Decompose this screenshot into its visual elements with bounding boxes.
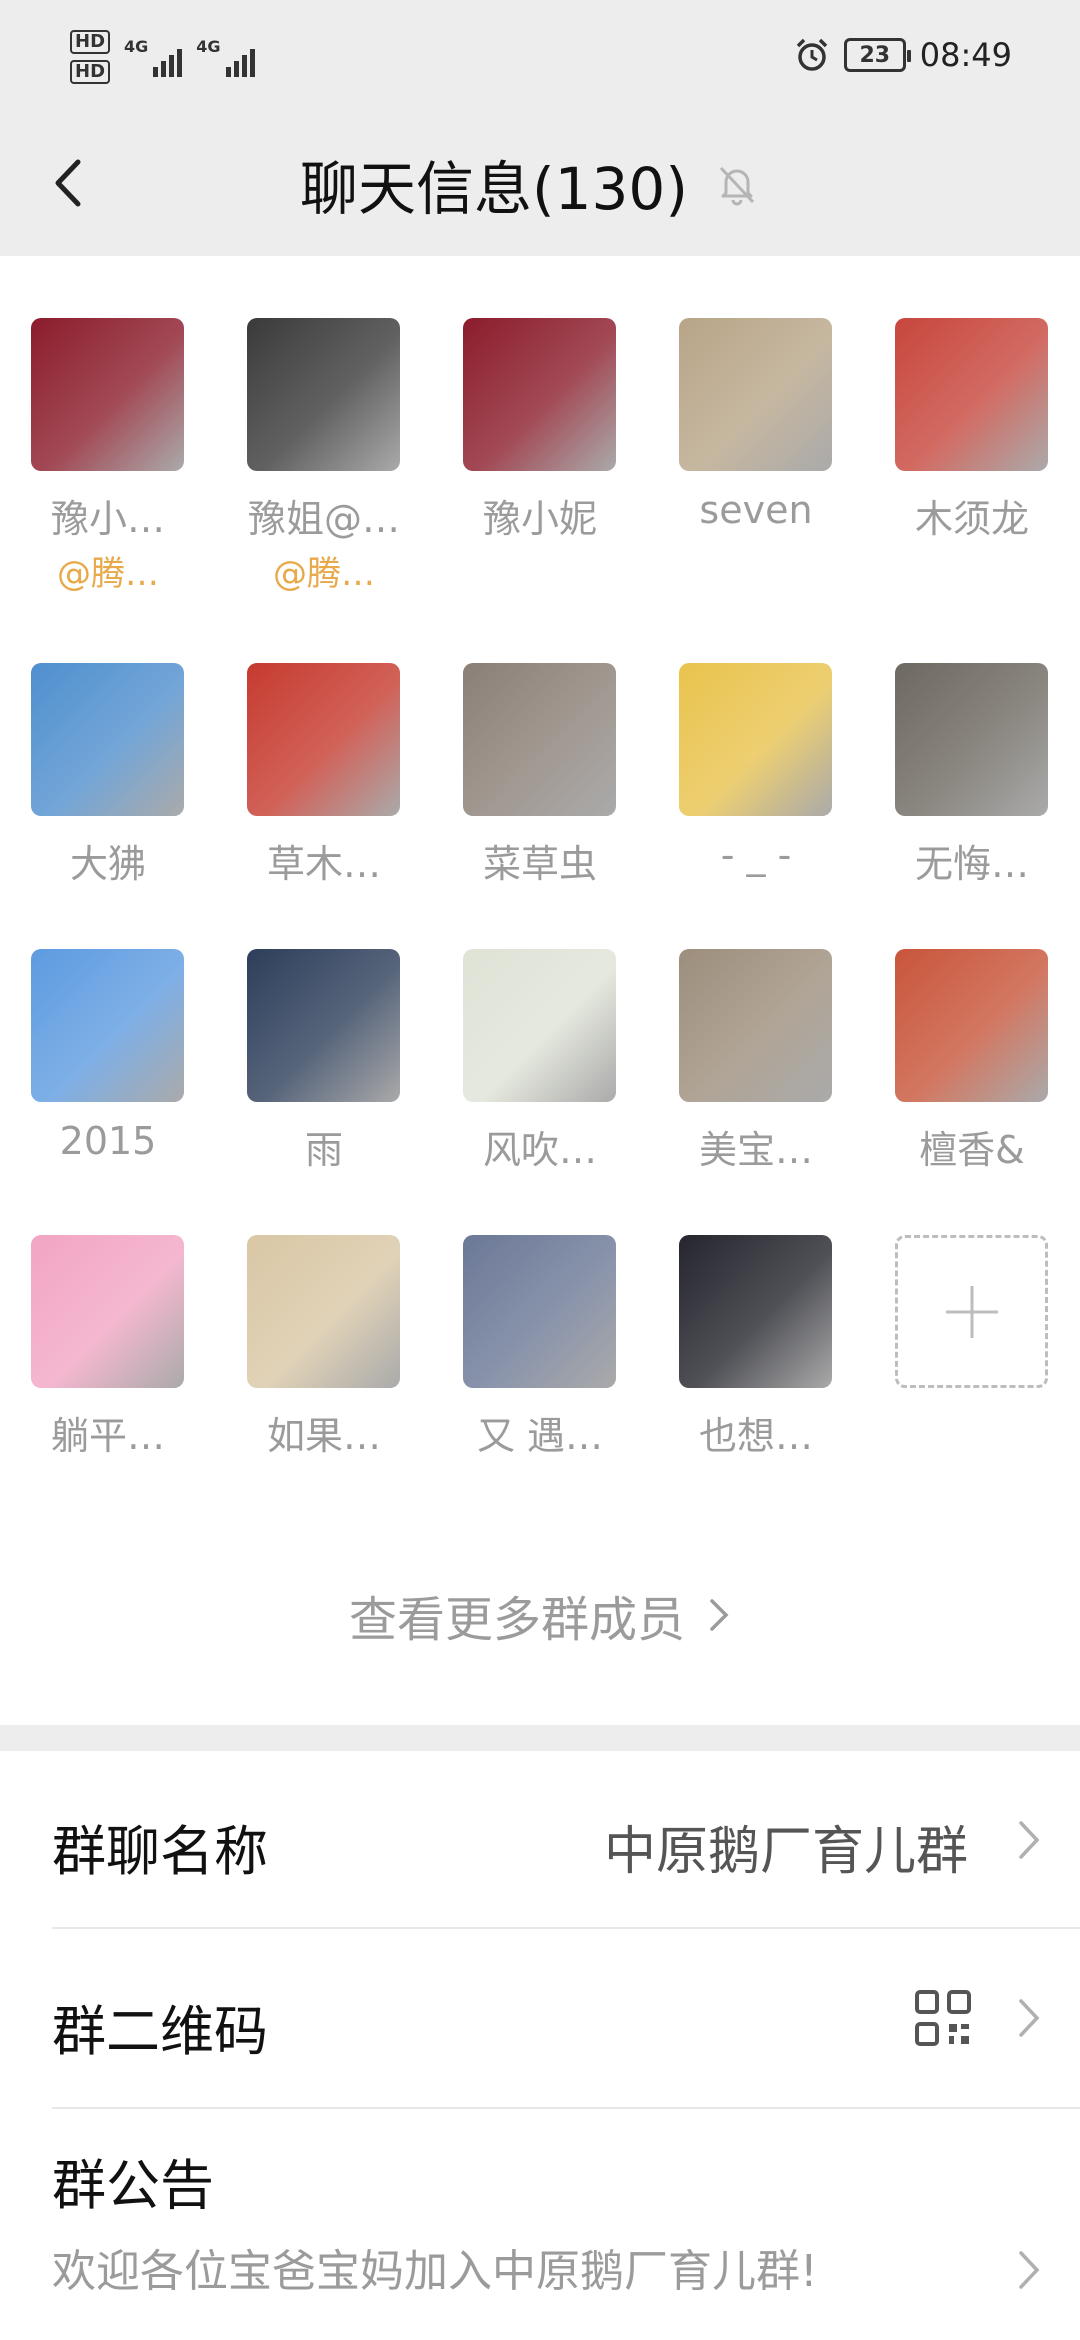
qr-code-icon [915,1990,971,2046]
group-qr-label: 群二维码 [52,2000,268,2063]
back-arrow-icon[interactable] [36,148,106,218]
signal-icon-2: 4G [196,37,255,77]
chevron-right-icon [1019,1999,1040,2037]
member-name: 菜草虫 [482,842,597,886]
network-indicators: HD HD 4G 4G [70,30,255,84]
member-avatar[interactable] [31,663,184,816]
member-name: - _ - [720,833,792,877]
member-avatar[interactable] [247,949,400,1102]
add-member-box[interactable] [895,1235,1048,1388]
member-avatar[interactable] [463,663,616,816]
member-avatar[interactable] [31,949,184,1102]
member-avatar[interactable] [247,663,400,816]
member-name: 风吹… [482,1128,597,1172]
section-divider [0,1725,1080,1751]
header: 聊天信息(130) [0,120,1080,256]
battery-level: 23 [859,42,891,68]
alarm-icon [796,38,828,71]
view-more-members-link[interactable]: 查看更多群成员 [0,1580,1080,1650]
member-avatar[interactable] [31,1235,184,1388]
status-bar: HD HD 4G 4G 23 08:49 [0,0,1080,120]
group-name-row[interactable]: 群聊名称 中原鹅厂育儿群 [0,1751,1080,1927]
member-name: seven [699,488,813,532]
hd-badge-1: HD [70,30,111,54]
member-name: 木须龙 [914,497,1029,541]
chevron-right-icon [1019,1821,1040,1859]
member-mention-tag: @腾… [57,554,159,594]
member-avatar[interactable] [679,318,832,471]
member-avatar[interactable] [679,663,832,816]
clock-time: 08:49 [919,36,1012,74]
member-avatar[interactable] [895,663,1048,816]
member-avatar[interactable] [679,949,832,1102]
hd-badge-2: HD [70,60,111,84]
chevron-right-icon [710,1599,729,1631]
member-name: 檀香& [919,1128,1025,1172]
member-avatar[interactable] [247,1235,400,1388]
plus-icon [945,1285,998,1338]
member-avatar[interactable] [247,318,400,471]
member-name: 2015 [59,1119,157,1163]
member-avatar[interactable] [463,318,616,471]
member-name: 美宝… [698,1128,813,1172]
member-avatar[interactable] [895,318,1048,471]
battery-icon: 23 [843,38,911,72]
signal-icon-1: 4G [124,37,183,77]
group-qr-row[interactable]: 群二维码 [0,1929,1080,2107]
member-mention-tag: @腾… [273,554,375,594]
member-name: 雨 [304,1128,343,1172]
group-name-value: 中原鹅厂育儿群 [603,1822,968,1882]
member-name: 也想… [698,1414,813,1458]
member-name: 豫姐@… [247,497,400,541]
member-avatar[interactable] [679,1235,832,1388]
chevron-right-icon [1019,2251,1040,2289]
member-avatar[interactable] [31,318,184,471]
member-name: 又 遇… [476,1414,604,1458]
member-name: 无悔… [914,842,1029,886]
member-name: 草木… [266,842,381,886]
member-name: 豫小… [50,497,165,541]
group-notice-row[interactable]: 群公告 欢迎各位宝爸宝妈加入中原鹅厂育儿群! [0,2109,1080,2340]
member-name: 大狒 [69,842,146,886]
muted-bell-icon [719,166,755,206]
member-name: 如果… [266,1414,381,1458]
page-title: 聊天信息(130) [300,155,688,223]
member-avatar[interactable] [895,949,1048,1102]
group-notice-text: 欢迎各位宝爸宝妈加入中原鹅厂育儿群! [52,2246,818,2297]
member-name: 豫小妮 [482,497,597,541]
view-more-members-label: 查看更多群成员 [348,1592,685,1648]
group-name-label: 群聊名称 [52,1820,268,1883]
member-name: 躺平… [50,1414,165,1458]
member-avatar[interactable] [463,1235,616,1388]
group-notice-label: 群公告 [52,2154,214,2217]
member-avatar[interactable] [463,949,616,1102]
